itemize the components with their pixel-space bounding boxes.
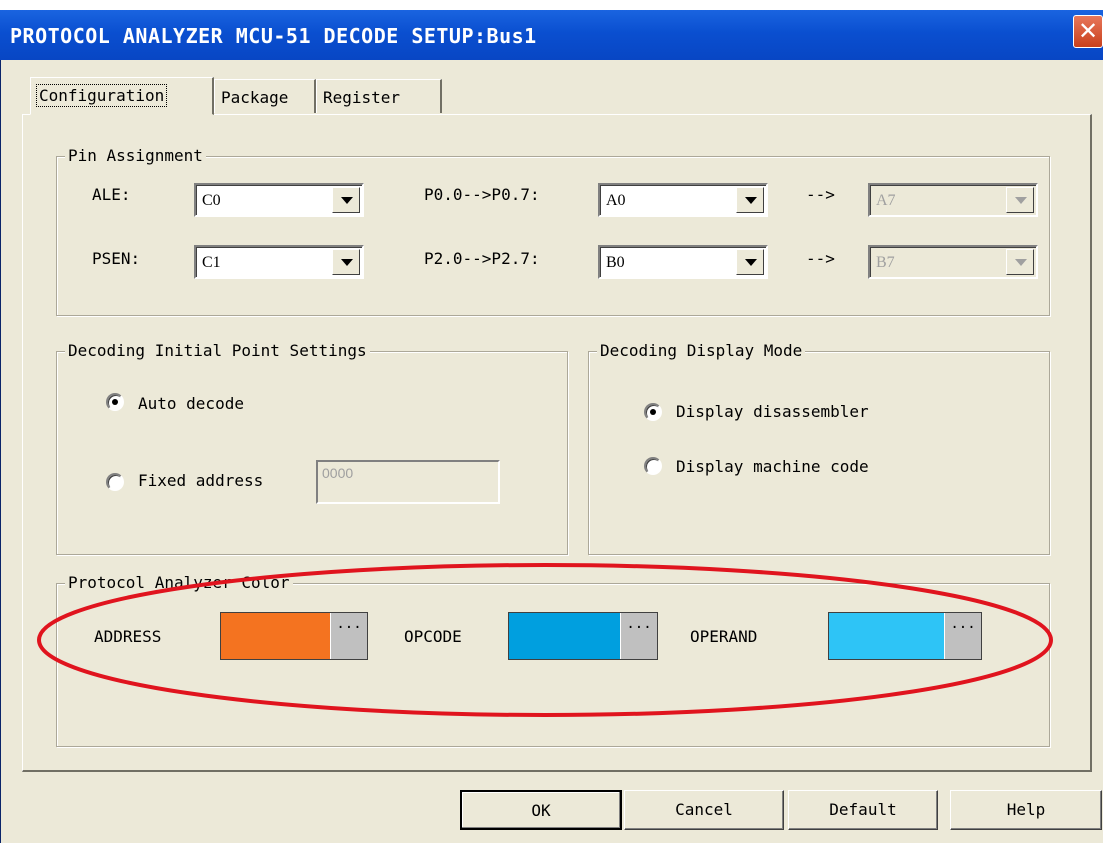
p0-end-value: A7 xyxy=(876,192,896,209)
ale-select[interactable]: C0 xyxy=(194,183,364,217)
p2-start-select[interactable]: B0 xyxy=(598,245,768,279)
psen-select[interactable]: C1 xyxy=(194,245,364,279)
opcode-color-picker[interactable]: ··· xyxy=(508,612,658,660)
tab-register[interactable]: Register xyxy=(316,79,442,113)
operand-color-swatch xyxy=(829,613,945,659)
close-icon: ✕ xyxy=(1077,17,1099,45)
p2-end-value: B7 xyxy=(876,254,895,271)
cancel-button[interactable]: Cancel xyxy=(624,790,784,830)
chevron-down-icon[interactable] xyxy=(332,187,360,213)
psen-label: PSEN: xyxy=(92,249,141,268)
fixed-address-label[interactable]: Fixed address xyxy=(138,471,263,490)
p0-label: P0.0-->P0.7: xyxy=(424,185,540,204)
opcode-color-label: OPCODE xyxy=(404,627,462,646)
p0-arrow-label: --> xyxy=(806,185,835,204)
color-group: Protocol Analyzer Color xyxy=(56,573,1050,747)
ellipsis-icon[interactable]: ··· xyxy=(330,613,367,659)
tab-label: Register xyxy=(323,88,401,107)
address-color-swatch xyxy=(221,613,331,659)
display-mode-group: Decoding Display Mode xyxy=(588,341,1050,555)
close-button[interactable]: ✕ xyxy=(1073,15,1103,48)
operand-color-label: OPERAND xyxy=(690,627,758,646)
chevron-down-icon[interactable] xyxy=(736,249,764,275)
address-color-picker[interactable]: ··· xyxy=(220,612,368,660)
fixed-address-radio[interactable] xyxy=(106,473,124,491)
chevron-down-icon[interactable] xyxy=(332,249,360,275)
p0-start-select[interactable]: A0 xyxy=(598,183,768,217)
pin-assignment-group: Pin Assignment xyxy=(56,146,1050,316)
tab-package[interactable]: Package xyxy=(214,79,316,113)
tab-configuration[interactable]: Configuration xyxy=(30,77,214,115)
ale-label: ALE: xyxy=(92,185,131,204)
ellipsis-icon[interactable]: ··· xyxy=(620,613,657,659)
display-machine-code-label[interactable]: Display machine code xyxy=(676,457,869,476)
chevron-down-icon xyxy=(1006,187,1034,213)
group-title: Protocol Analyzer Color xyxy=(65,573,293,592)
operand-color-picker[interactable]: ··· xyxy=(828,612,982,660)
default-button[interactable]: Default xyxy=(788,790,938,830)
display-machine-code-radio[interactable] xyxy=(644,457,662,475)
auto-decode-radio[interactable] xyxy=(106,393,124,411)
display-disassembler-label[interactable]: Display disassembler xyxy=(676,402,869,421)
initial-point-group: Decoding Initial Point Settings xyxy=(56,341,568,555)
group-title: Decoding Initial Point Settings xyxy=(65,341,370,360)
help-button[interactable]: Help xyxy=(950,790,1102,830)
ellipsis-icon[interactable]: ··· xyxy=(944,613,981,659)
opcode-color-swatch xyxy=(509,613,621,659)
chevron-down-icon xyxy=(1006,249,1034,275)
tab-label: Package xyxy=(221,88,289,107)
p2-label: P2.0-->P2.7: xyxy=(424,249,540,268)
p0-start-value: A0 xyxy=(606,192,626,209)
fixed-address-value: 0000 xyxy=(322,465,354,481)
p0-end-select: A7 xyxy=(868,183,1038,217)
p2-start-value: B0 xyxy=(606,254,625,271)
window-title: PROTOCOL ANALYZER MCU-51 DECODE SETUP:Bu… xyxy=(10,24,537,48)
display-disassembler-radio[interactable] xyxy=(644,403,662,421)
auto-decode-label[interactable]: Auto decode xyxy=(138,394,244,413)
title-bar[interactable]: PROTOCOL ANALYZER MCU-51 DECODE SETUP:Bu… xyxy=(0,10,1103,60)
p2-end-select: B7 xyxy=(868,245,1038,279)
ok-button[interactable]: OK xyxy=(460,790,622,830)
chevron-down-icon[interactable] xyxy=(736,187,764,213)
fixed-address-input: 0000 xyxy=(316,460,500,504)
group-title: Decoding Display Mode xyxy=(597,341,806,360)
p2-arrow-label: --> xyxy=(806,249,835,268)
address-color-label: ADDRESS xyxy=(94,627,162,646)
ale-value: C0 xyxy=(202,192,221,209)
tab-label: Configuration xyxy=(35,84,168,107)
psen-value: C1 xyxy=(202,254,221,271)
group-title: Pin Assignment xyxy=(65,146,206,165)
